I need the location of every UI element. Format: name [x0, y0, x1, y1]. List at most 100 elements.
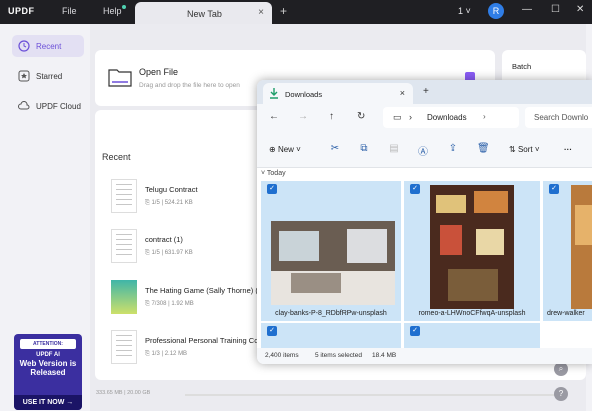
help-button[interactable]: ? [554, 387, 568, 401]
download-icon [270, 88, 278, 99]
new-label: New [277, 145, 294, 154]
file-tile[interactable]: ✓ [261, 323, 401, 349]
file-name: Professional Personal Training Con [145, 336, 263, 345]
selected-size: 18.4 MB [372, 352, 397, 359]
open-file-title: Open File [139, 67, 179, 77]
search-icon[interactable]: ⌕ [554, 362, 568, 376]
chevron-right-icon: › [483, 112, 486, 121]
clock-icon [18, 40, 30, 52]
file-grid: ˅ Today ✓ clay-banks-P-8_RDbfRPw-unsplas… [257, 168, 592, 349]
file-pages: 7/308 [151, 301, 167, 307]
delete-icon[interactable]: 🗑 [477, 143, 490, 155]
promo-attention: ATTENTION: [20, 339, 76, 349]
paste-icon[interactable]: ▤ [388, 143, 400, 155]
menu-help[interactable]: Help [103, 6, 122, 16]
sidebar-item-cloud[interactable]: UPDF Cloud [12, 95, 84, 117]
open-file-subtitle: Drag and drop the file here to open [139, 82, 240, 89]
file-name: Telugu Contract [145, 185, 198, 194]
title-bar: UPDF File Help New Tab × + 1 ˅ R — ☐ ✕ [0, 0, 592, 24]
copy-icon[interactable]: ⧉ [358, 143, 370, 155]
sort-label: Sort [517, 145, 533, 154]
version-dropdown[interactable]: 1 ˅ [458, 6, 471, 16]
sidebar-item-label: Recent [36, 42, 62, 51]
forward-icon[interactable]: → [298, 111, 308, 122]
cloud-icon [18, 100, 30, 110]
up-icon[interactable]: ↑ [329, 111, 334, 122]
back-icon[interactable]: ← [269, 111, 279, 122]
sort-button[interactable]: ⇅ Sort ˅ [509, 145, 540, 154]
rename-icon[interactable]: Ⓐ [417, 143, 429, 158]
path-segment[interactable]: Downloads [427, 113, 467, 122]
checkbox[interactable]: ✓ [410, 184, 420, 194]
new-tab-button[interactable]: + [280, 4, 287, 18]
refresh-icon[interactable]: ↻ [357, 111, 365, 122]
storage-usage: 333.65 MB | 20.00 GB [96, 390, 151, 396]
photo-thumbnail [271, 221, 395, 305]
file-tile[interactable]: ✓ clay-banks-P-8_RDbfRPw-unsplash [261, 181, 401, 321]
sidebar-item-starred[interactable]: Starred [12, 65, 84, 87]
file-size: 2.12 MB [164, 351, 188, 357]
cut-icon[interactable]: ✂ [329, 143, 341, 155]
checkbox[interactable]: ✓ [410, 326, 420, 336]
folder-icon [108, 69, 132, 87]
use-it-now-button[interactable]: USE IT NOW → [14, 395, 82, 410]
file-name: romeo-a-LHWnoCFfwqA-unsplash [418, 310, 526, 317]
new-tab-button[interactable]: + [423, 86, 429, 97]
search-input[interactable]: Search Downlo [525, 107, 592, 128]
close-icon[interactable]: × [400, 88, 405, 98]
notification-dot [122, 5, 126, 9]
file-thumbnail [111, 330, 137, 364]
address-bar[interactable]: ▭ › Downloads › [383, 107, 519, 128]
recent-heading: Recent [102, 152, 131, 162]
file-name: The Hating Game (Sally Thorne) (2 [145, 286, 262, 295]
file-meta: ⎘ 7/308 | 1.92 MB [145, 301, 194, 307]
item-count: 2,400 items [265, 352, 299, 359]
sidebar-item-recent[interactable]: Recent [12, 35, 84, 57]
explorer-tab-bar: Downloads × + [257, 80, 592, 104]
share-icon[interactable]: ⇪ [447, 143, 459, 155]
new-button[interactable]: ⊕ New ˅ [269, 145, 301, 154]
file-tile[interactable]: ✓ drew-walker [543, 181, 592, 321]
promo-line2: Web Version is Released [19, 359, 77, 377]
tab-title: Downloads [285, 90, 323, 99]
monitor-icon: ▭ [393, 112, 402, 122]
file-meta: ⎘ 1/5 | 631.97 KB [145, 250, 193, 256]
maximize-button[interactable]: ☐ [551, 4, 560, 15]
file-thumbnail [111, 179, 137, 213]
checkbox[interactable]: ✓ [267, 326, 277, 336]
more-icon[interactable]: ··· [564, 145, 572, 154]
sidebar-item-label: Starred [36, 72, 63, 81]
group-label: Today [266, 170, 286, 177]
menu-file[interactable]: File [62, 6, 77, 16]
photo-thumbnail [571, 185, 592, 309]
file-size: 631.97 KB [164, 250, 193, 256]
close-window-button[interactable]: ✕ [576, 4, 584, 15]
group-header[interactable]: ˅ Today [261, 170, 286, 177]
book-cover-thumbnail [111, 280, 137, 314]
checkbox[interactable]: ✓ [549, 184, 559, 194]
file-tile[interactable]: ✓ [404, 323, 540, 349]
status-bar: 2,400 items 5 items selected 18.4 MB [257, 348, 592, 364]
checkbox[interactable]: ✓ [267, 184, 277, 194]
file-meta: ⎘ 1/5 | 524.21 KB [145, 200, 193, 206]
file-name: drew-walker [547, 310, 585, 317]
minimize-button[interactable]: — [522, 4, 532, 15]
star-icon [18, 70, 30, 82]
tab-new-tab[interactable]: New Tab × [135, 2, 272, 24]
tab-title: New Tab [187, 9, 222, 19]
promo-banner[interactable]: ATTENTION: UPDF AI Web Version is Releas… [14, 334, 82, 410]
file-tile[interactable]: ✓ romeo-a-LHWnoCFfwqA-unsplash [404, 181, 540, 321]
file-explorer-window: Downloads × + ← → ↑ ↻ ▭ › Downloads › Se… [257, 80, 592, 364]
avatar[interactable]: R [488, 3, 504, 19]
explorer-nav-bar: ← → ↑ ↻ ▭ › Downloads › Search Downlo [257, 104, 592, 132]
sidebar: Recent Starred UPDF Cloud ATTENTION: UPD… [0, 24, 90, 411]
file-meta: ⎘ 1/3 | 2.12 MB [145, 351, 188, 357]
photo-thumbnail [430, 185, 514, 309]
file-size: 524.21 KB [164, 200, 193, 206]
selected-count: 5 items selected [315, 352, 362, 359]
chevron-right-icon: › [409, 112, 412, 122]
tab-downloads[interactable]: Downloads × [263, 83, 413, 104]
promo-line1: UPDF AI [36, 352, 60, 358]
close-icon[interactable]: × [258, 7, 264, 18]
file-size: 1.92 MB [171, 301, 194, 307]
